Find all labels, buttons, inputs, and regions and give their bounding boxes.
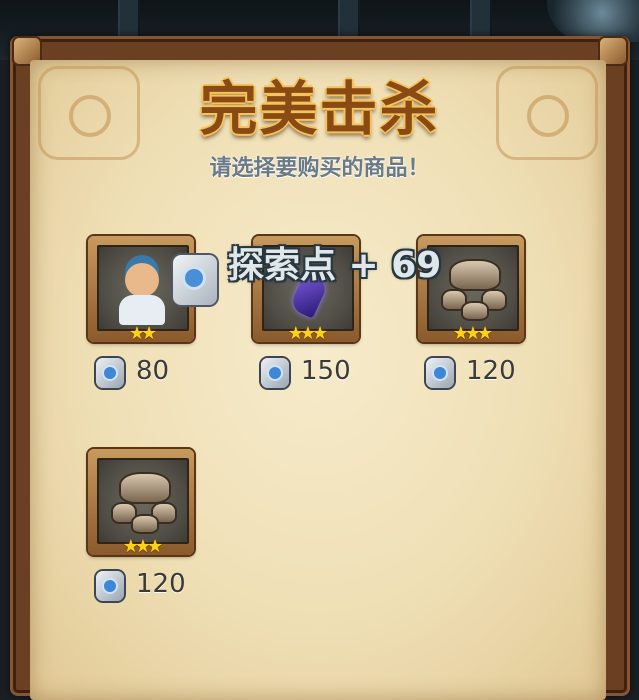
claw-relic-icon (113, 474, 177, 534)
blue-gem-token-icon (96, 571, 124, 601)
item-price: 150 (261, 356, 391, 390)
hero-portrait-icon (119, 255, 217, 325)
item-slot[interactable]: ★★ (88, 236, 217, 344)
blue-gem-token-icon (261, 358, 289, 388)
item-slot-inner (97, 458, 189, 544)
rarity-stars: ★★ (128, 323, 157, 344)
page-subtitle: 请选择要购买的商品！ (209, 156, 430, 181)
price-value: 80 (136, 356, 170, 386)
rarity-stars: ★★★ (452, 323, 493, 344)
item-slot[interactable]: ★★★ (88, 449, 194, 557)
blue-gem-token-icon (96, 358, 124, 388)
rarity-stars: ★★★ (287, 323, 328, 344)
gem-badge-icon (173, 255, 217, 305)
shop-item-hero-card[interactable]: ★★ 80 (88, 236, 217, 388)
blue-gem-token-icon (426, 358, 454, 388)
shop-item-claw-relic[interactable]: ★★★ 120 (88, 449, 198, 601)
price-value: 120 (466, 356, 516, 386)
rarity-stars: ★★★ (122, 536, 163, 557)
page-title: 完美击杀 (199, 75, 440, 143)
item-price: 120 (96, 569, 226, 603)
price-value: 120 (136, 569, 186, 599)
exploration-points-popup: 探索点 + 69 (228, 245, 442, 286)
item-price: 120 (426, 356, 556, 390)
claw-relic-icon (443, 261, 507, 321)
item-price: 80 (96, 356, 226, 390)
item-slot-inner (97, 245, 217, 331)
price-value: 150 (301, 356, 351, 386)
